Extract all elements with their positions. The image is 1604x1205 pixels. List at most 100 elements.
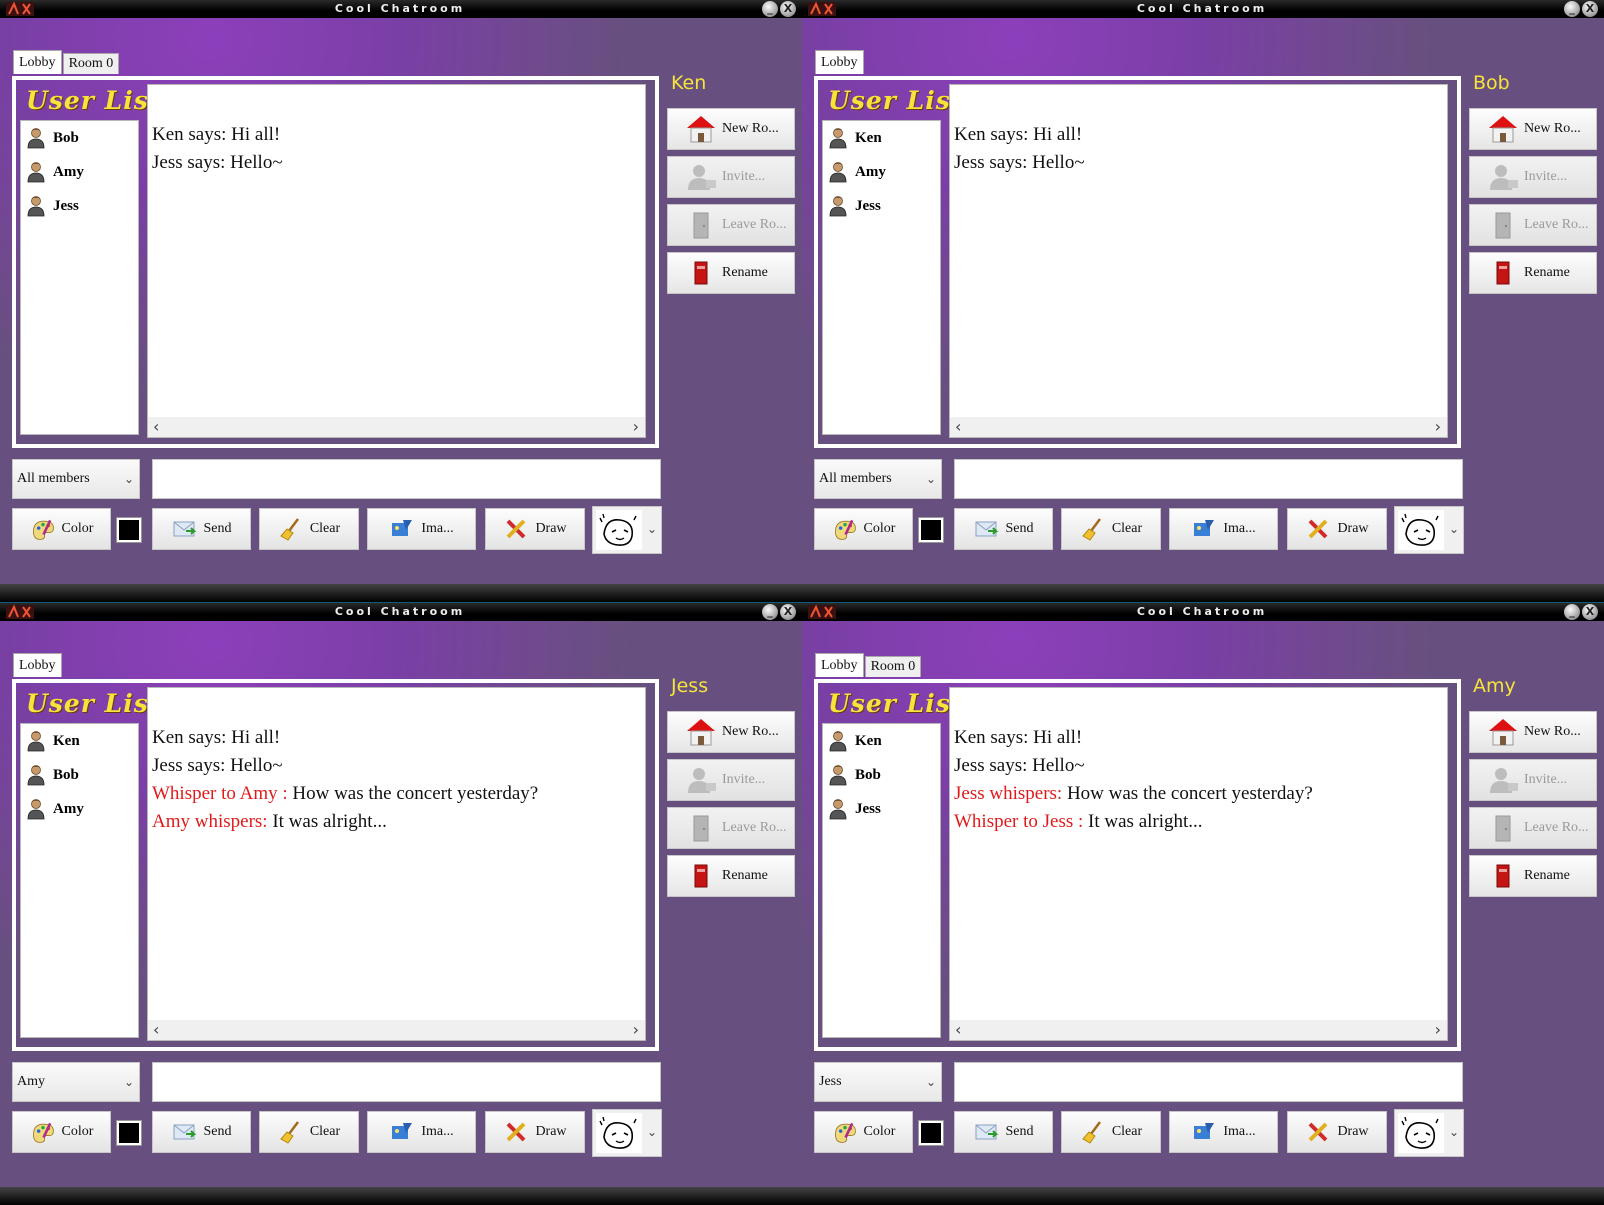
user-list-item[interactable]: Ken (27, 728, 131, 754)
minimize-button[interactable]: _ (762, 604, 778, 620)
user-list[interactable]: Ken Amy Jess (822, 120, 941, 435)
user-list[interactable]: Bob Amy Jess (20, 120, 139, 435)
message-area[interactable]: Ken says: Hi all! Jess says: Hello~ ‹ › (147, 84, 646, 438)
user-list-item[interactable]: Amy (829, 159, 933, 185)
send-button[interactable]: Send (152, 508, 251, 550)
title-bar[interactable]: Cool Chatroom _ X (802, 603, 1604, 621)
close-button[interactable]: X (1582, 1, 1598, 17)
horizontal-scrollbar[interactable]: ‹ › (950, 417, 1447, 437)
tab-0[interactable]: Lobby (13, 653, 62, 677)
side-button-2[interactable]: Leave Ro... (1469, 204, 1597, 246)
color-swatch[interactable] (918, 517, 944, 543)
title-bar[interactable]: Cool Chatroom _ X (802, 0, 1604, 18)
send-button[interactable]: Send (152, 1111, 251, 1153)
scroll-right-icon[interactable]: › (633, 1020, 639, 1040)
recipient-select[interactable]: All members ⌄ (814, 459, 942, 499)
title-bar[interactable]: Cool Chatroom _ X (0, 0, 802, 18)
color-swatch[interactable] (918, 1120, 944, 1146)
side-button-2[interactable]: Leave Ro... (667, 807, 795, 849)
message-area[interactable]: Ken says: Hi all! Jess says: Hello~ ‹ › (949, 84, 1448, 438)
draw-button[interactable]: Draw (485, 508, 585, 550)
message-input[interactable] (152, 459, 661, 499)
user-list[interactable]: Ken Bob Jess (822, 723, 941, 1038)
message-area[interactable]: Ken says: Hi all! Jess says: Hello~ Whispe… (147, 687, 646, 1041)
title-bar[interactable]: Cool Chatroom _ X (0, 603, 802, 621)
horizontal-scrollbar[interactable]: ‹ › (148, 417, 645, 437)
tab-1[interactable]: Room 0 (62, 53, 120, 74)
clear-button[interactable]: Clear (1061, 508, 1161, 550)
emoticon-picker[interactable]: ⌄ (592, 506, 662, 554)
side-button-0[interactable]: New Ro... (1469, 711, 1597, 753)
side-button-1[interactable]: Invite... (1469, 156, 1597, 198)
color-button[interactable]: Color (814, 508, 913, 550)
image-button[interactable]: Ima... (1169, 508, 1278, 550)
user-list-item[interactable]: Ken (829, 728, 933, 754)
side-button-1[interactable]: Invite... (667, 759, 795, 801)
user-list[interactable]: Ken Bob Amy (20, 723, 139, 1038)
horizontal-scrollbar[interactable]: ‹ › (950, 1020, 1447, 1040)
minimize-button[interactable]: _ (1564, 604, 1580, 620)
user-list-item[interactable]: Jess (829, 193, 933, 219)
color-button[interactable]: Color (12, 508, 111, 550)
minimize-button[interactable]: _ (762, 1, 778, 17)
scroll-right-icon[interactable]: › (1435, 417, 1441, 437)
scroll-left-icon[interactable]: ‹ (153, 1020, 159, 1040)
tab-0[interactable]: Lobby (815, 653, 864, 677)
scroll-right-icon[interactable]: › (1435, 1020, 1441, 1040)
user-list-item[interactable]: Jess (27, 193, 131, 219)
close-button[interactable]: X (780, 604, 796, 620)
side-button-3[interactable]: Rename (667, 252, 795, 294)
clear-button[interactable]: Clear (1061, 1111, 1161, 1153)
color-button[interactable]: Color (814, 1111, 913, 1153)
horizontal-scrollbar[interactable]: ‹ › (148, 1020, 645, 1040)
user-list-item[interactable]: Bob (27, 125, 131, 151)
clear-button[interactable]: Clear (259, 508, 359, 550)
user-list-item[interactable]: Bob (27, 762, 131, 788)
minimize-button[interactable]: _ (1564, 1, 1580, 17)
message-input[interactable] (954, 459, 1463, 499)
scroll-left-icon[interactable]: ‹ (955, 417, 961, 437)
emoticon-picker[interactable]: ⌄ (592, 1109, 662, 1157)
side-button-3[interactable]: Rename (667, 855, 795, 897)
side-button-1[interactable]: Invite... (667, 156, 795, 198)
emoticon-picker[interactable]: ⌄ (1394, 1109, 1464, 1157)
side-button-0[interactable]: New Ro... (1469, 108, 1597, 150)
color-button[interactable]: Color (12, 1111, 111, 1153)
tab-0[interactable]: Lobby (13, 50, 62, 74)
user-list-item[interactable]: Amy (27, 796, 131, 822)
message-area[interactable]: Ken says: Hi all! Jess says: Hello~ Jess w… (949, 687, 1448, 1041)
message-input[interactable] (954, 1062, 1463, 1102)
message-input[interactable] (152, 1062, 661, 1102)
scroll-left-icon[interactable]: ‹ (955, 1020, 961, 1040)
tab-1[interactable]: Room 0 (864, 656, 922, 677)
recipient-select[interactable]: Jess ⌄ (814, 1062, 942, 1102)
image-button[interactable]: Ima... (367, 508, 476, 550)
send-button[interactable]: Send (954, 508, 1053, 550)
user-list-item[interactable]: Bob (829, 762, 933, 788)
side-button-2[interactable]: Leave Ro... (1469, 807, 1597, 849)
close-button[interactable]: X (1582, 604, 1598, 620)
tab-0[interactable]: Lobby (815, 50, 864, 74)
side-button-3[interactable]: Rename (1469, 855, 1597, 897)
image-button[interactable]: Ima... (1169, 1111, 1278, 1153)
draw-button[interactable]: Draw (1287, 508, 1387, 550)
image-button[interactable]: Ima... (367, 1111, 476, 1153)
side-button-0[interactable]: New Ro... (667, 711, 795, 753)
recipient-select[interactable]: Amy ⌄ (12, 1062, 140, 1102)
draw-button[interactable]: Draw (1287, 1111, 1387, 1153)
close-button[interactable]: X (780, 1, 796, 17)
recipient-select[interactable]: All members ⌄ (12, 459, 140, 499)
color-swatch[interactable] (116, 517, 142, 543)
side-button-2[interactable]: Leave Ro... (667, 204, 795, 246)
user-list-item[interactable]: Amy (27, 159, 131, 185)
side-button-0[interactable]: New Ro... (667, 108, 795, 150)
scroll-right-icon[interactable]: › (633, 417, 639, 437)
side-button-1[interactable]: Invite... (1469, 759, 1597, 801)
user-list-item[interactable]: Jess (829, 796, 933, 822)
user-list-item[interactable]: Ken (829, 125, 933, 151)
scroll-left-icon[interactable]: ‹ (153, 417, 159, 437)
side-button-3[interactable]: Rename (1469, 252, 1597, 294)
emoticon-picker[interactable]: ⌄ (1394, 506, 1464, 554)
color-swatch[interactable] (116, 1120, 142, 1146)
send-button[interactable]: Send (954, 1111, 1053, 1153)
